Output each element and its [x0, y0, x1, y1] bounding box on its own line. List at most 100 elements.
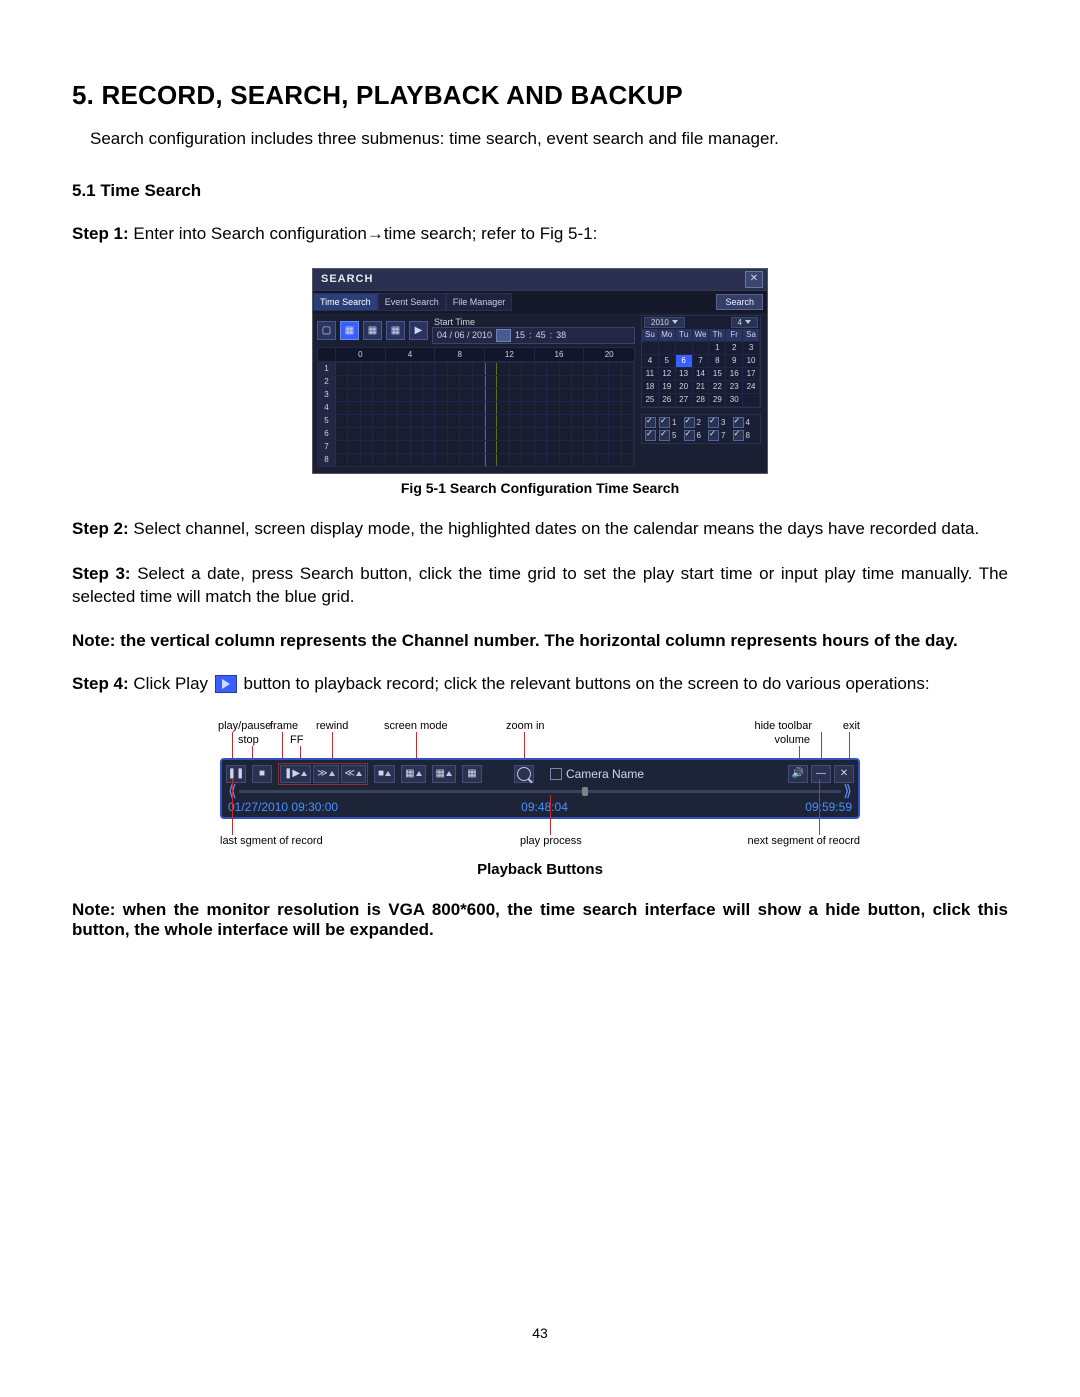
time-grid-cell[interactable] — [485, 428, 497, 440]
time-grid-cell[interactable] — [622, 363, 634, 375]
time-grid-cell[interactable] — [336, 376, 348, 388]
time-grid-cell[interactable] — [411, 415, 423, 427]
time-grid-cell[interactable] — [535, 454, 547, 466]
time-grid-cell[interactable] — [522, 363, 534, 375]
time-grid-cell[interactable] — [460, 376, 472, 388]
calendar-day[interactable]: 1 — [709, 342, 726, 355]
time-grid-cell[interactable] — [336, 454, 348, 466]
timeline[interactable] — [239, 790, 841, 793]
time-grid-cell[interactable] — [473, 441, 485, 453]
time-grid-cell[interactable] — [597, 389, 609, 401]
time-grid-cell[interactable] — [473, 402, 485, 414]
time-grid-cell[interactable] — [510, 402, 522, 414]
time-grid-cell[interactable] — [348, 402, 360, 414]
calendar-day[interactable]: 13 — [676, 368, 693, 381]
time-grid-cell[interactable] — [609, 402, 621, 414]
time-grid-cell[interactable] — [361, 389, 373, 401]
time-grid-cell[interactable] — [348, 389, 360, 401]
search-button[interactable]: Search — [716, 294, 763, 310]
time-grid-cell[interactable] — [547, 402, 559, 414]
time-grid-cell[interactable] — [510, 376, 522, 388]
time-grid-cell[interactable] — [348, 363, 360, 375]
time-grid-cell[interactable] — [398, 428, 410, 440]
year-select[interactable]: 2010 — [644, 317, 685, 328]
time-grid-cell[interactable] — [423, 389, 435, 401]
calendar-day[interactable]: 15 — [709, 368, 726, 381]
time-grid-row[interactable]: 3 — [318, 388, 634, 401]
time-grid-cell[interactable] — [622, 402, 634, 414]
calendar-day[interactable]: 30 — [726, 394, 743, 407]
calendar-day[interactable]: 8 — [709, 355, 726, 368]
time-grid-cell[interactable] — [485, 454, 497, 466]
time-grid-cell[interactable] — [522, 415, 534, 427]
ff-button[interactable]: ≫ — [313, 765, 338, 783]
time-grid-cell[interactable] — [609, 428, 621, 440]
calendar-day[interactable]: 26 — [659, 394, 676, 407]
next-segment-icon[interactable]: ⟫ — [841, 787, 854, 797]
time-grid-cell[interactable] — [497, 363, 509, 375]
time-grid-cell[interactable] — [448, 428, 460, 440]
time-grid-cell[interactable] — [497, 402, 509, 414]
time-grid-cell[interactable] — [622, 454, 634, 466]
time-grid-cell[interactable] — [361, 402, 373, 414]
time-grid-cell[interactable] — [572, 415, 584, 427]
time-grid-row[interactable]: 7 — [318, 440, 634, 453]
time-grid-cell[interactable] — [597, 363, 609, 375]
calendar-day[interactable]: 4 — [642, 355, 659, 368]
time-grid-cell[interactable] — [398, 415, 410, 427]
time-grid-cell[interactable] — [572, 454, 584, 466]
time-grid-cell[interactable] — [510, 441, 522, 453]
time-grid-cell[interactable] — [373, 376, 385, 388]
time-grid-cell[interactable] — [584, 389, 596, 401]
time-grid-row[interactable]: 5 — [318, 414, 634, 427]
time-grid-cell[interactable] — [547, 376, 559, 388]
time-grid-cell[interactable] — [547, 441, 559, 453]
time-grid-cell[interactable] — [510, 363, 522, 375]
time-grid[interactable]: 12345678 — [317, 361, 635, 467]
tab-file-manager[interactable]: File Manager — [446, 293, 513, 311]
month-select[interactable]: 4 — [731, 317, 758, 328]
exit-button[interactable]: ✕ — [834, 765, 854, 783]
channel-checkbox[interactable]: 3 — [708, 417, 733, 428]
time-grid-cell[interactable] — [460, 454, 472, 466]
time-grid-cell[interactable] — [510, 428, 522, 440]
time-grid-cell[interactable] — [398, 454, 410, 466]
hide-toolbar-button[interactable]: — — [811, 765, 831, 783]
calendar-day[interactable]: 3 — [743, 342, 760, 355]
channel-checkbox[interactable]: 4 — [733, 417, 758, 428]
time-grid-cell[interactable] — [435, 428, 447, 440]
time-grid-cell[interactable] — [609, 415, 621, 427]
time-grid-cell[interactable] — [435, 376, 447, 388]
time-grid-cell[interactable] — [361, 363, 373, 375]
calendar-day[interactable]: 25 — [642, 394, 659, 407]
calendar-day[interactable]: 29 — [709, 394, 726, 407]
time-grid-cell[interactable] — [473, 415, 485, 427]
time-grid-cell[interactable] — [336, 389, 348, 401]
calendar-icon[interactable] — [496, 329, 511, 342]
time-grid-cell[interactable] — [398, 402, 410, 414]
time-grid-cell[interactable] — [348, 428, 360, 440]
channel-checkbox[interactable]: 5 — [659, 430, 684, 441]
time-grid-cell[interactable] — [448, 441, 460, 453]
stop-button[interactable]: ■ — [252, 765, 272, 783]
time-grid-cell[interactable] — [361, 441, 373, 453]
time-grid-cell[interactable] — [485, 389, 497, 401]
time-grid-row[interactable]: 1 — [318, 362, 634, 375]
time-grid-cell[interactable] — [609, 376, 621, 388]
time-grid-cell[interactable] — [411, 441, 423, 453]
time-grid-cell[interactable] — [423, 441, 435, 453]
time-grid-cell[interactable] — [411, 454, 423, 466]
time-grid-cell[interactable] — [435, 402, 447, 414]
time-grid-cell[interactable] — [572, 389, 584, 401]
calendar-day[interactable]: 10 — [743, 355, 760, 368]
time-grid-cell[interactable] — [547, 389, 559, 401]
time-grid-cell[interactable] — [448, 376, 460, 388]
time-grid-cell[interactable] — [373, 363, 385, 375]
calendar-day[interactable]: 24 — [743, 381, 760, 394]
time-grid-cell[interactable] — [560, 389, 572, 401]
screen-mode-4-button[interactable]: ▦ — [401, 765, 425, 783]
time-grid-cell[interactable] — [448, 389, 460, 401]
time-grid-cell[interactable] — [560, 441, 572, 453]
calendar-day[interactable]: 21 — [693, 381, 710, 394]
time-grid-cell[interactable] — [572, 428, 584, 440]
